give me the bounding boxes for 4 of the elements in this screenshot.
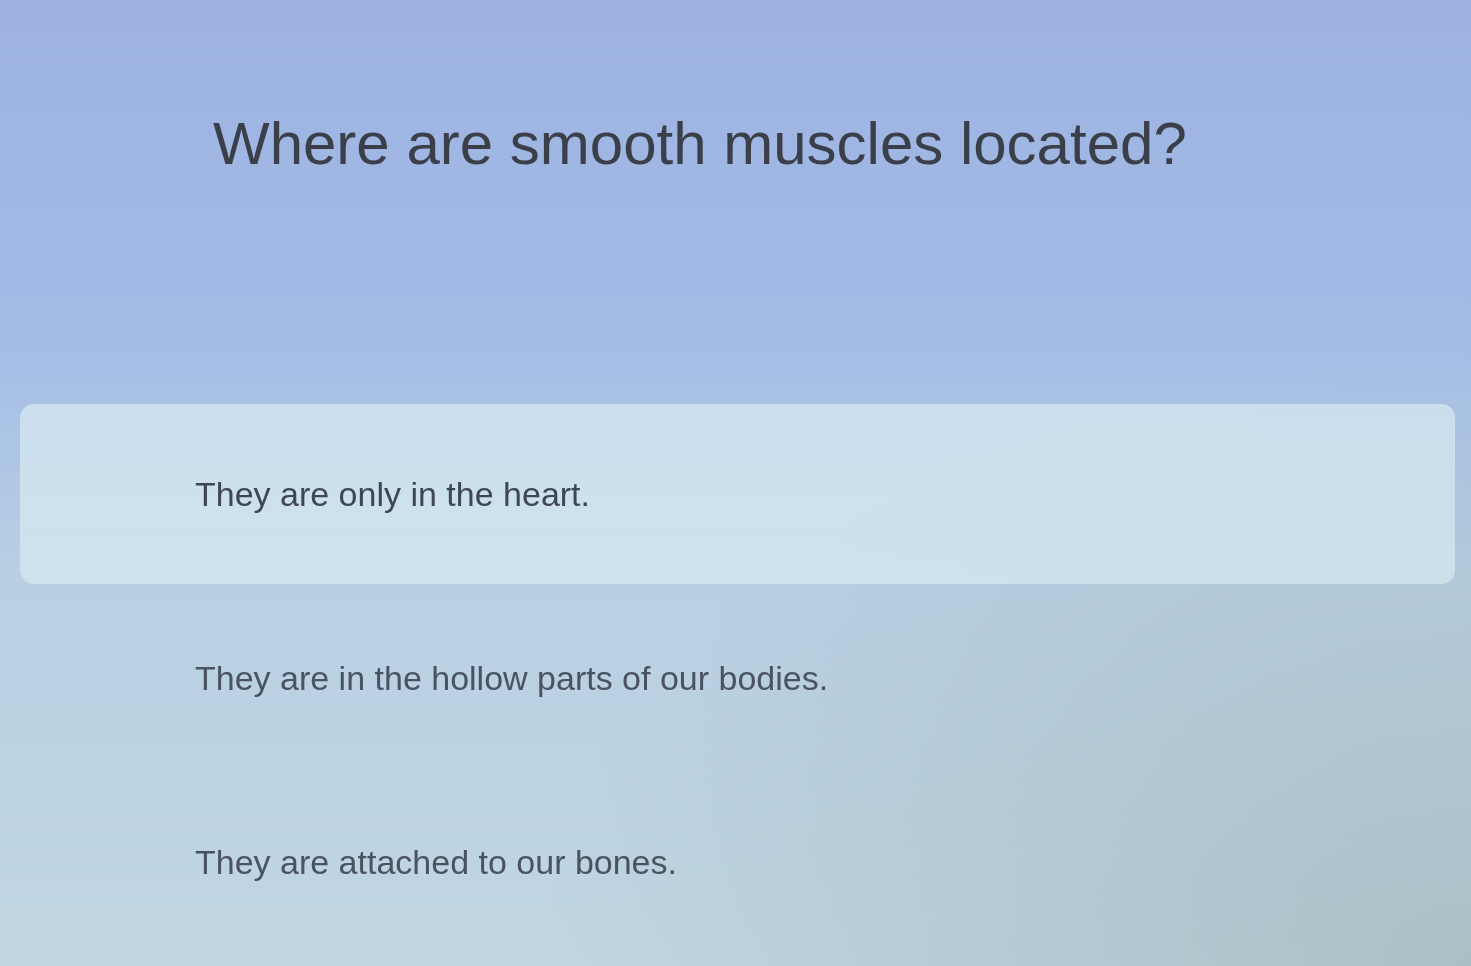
answer-option[interactable]: They are attached to our bones. — [20, 772, 1455, 952]
answer-option[interactable]: They are in the hollow parts of our bodies. — [20, 588, 1455, 768]
answer-option[interactable]: They are only in the heart. — [20, 404, 1455, 584]
question-text: Where are smooth muscles located? — [213, 109, 1188, 179]
